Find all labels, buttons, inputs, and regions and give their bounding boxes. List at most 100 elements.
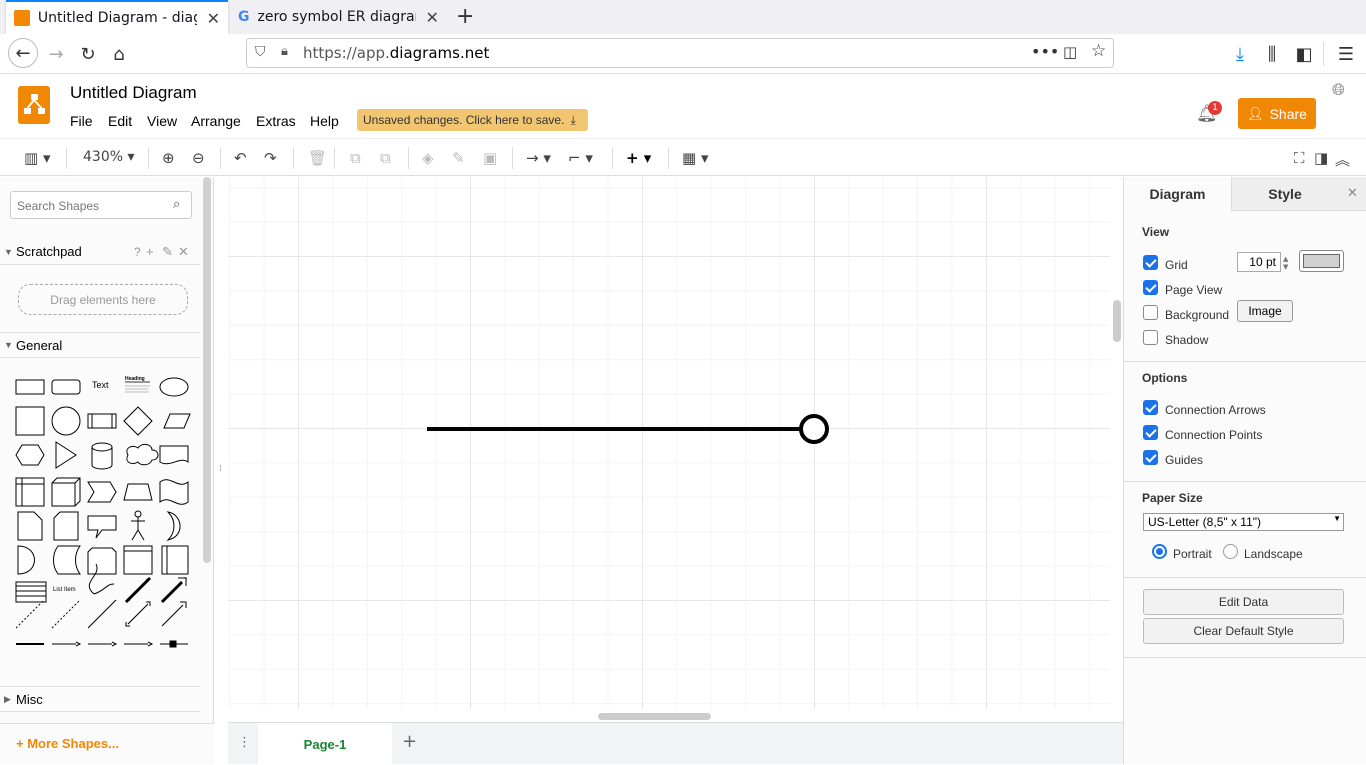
shape-text[interactable]: Text <box>92 380 109 390</box>
page-view-checkbox[interactable] <box>1143 280 1158 295</box>
menu-file[interactable]: File <box>70 113 93 129</box>
fill-color-icon[interactable]: ◈ <box>422 149 434 167</box>
shape-dotted-line[interactable] <box>51 599 81 629</box>
insert-icon[interactable]: + ▾ <box>626 149 651 167</box>
new-tab-icon[interactable]: + <box>456 4 474 29</box>
shape-bidirectional-connector[interactable] <box>125 601 151 627</box>
shape-tape[interactable] <box>159 479 189 505</box>
shape-document[interactable] <box>159 445 189 465</box>
scratchpad-header[interactable]: ▼ Scratchpad ? + ✎ ✕ <box>0 239 200 265</box>
to-front-icon[interactable]: ⧉ <box>350 149 361 167</box>
language-globe-icon[interactable]: 🌐︎ <box>1332 80 1345 100</box>
paper-size-select[interactable]: US-Letter (8,5" x 11") ▼ <box>1143 513 1344 531</box>
canvas-horizontal-scrollbar[interactable] <box>598 713 711 720</box>
sidebar-resize-handle[interactable]: ⁞ <box>219 464 222 474</box>
image-button[interactable]: Image <box>1237 300 1293 322</box>
url-bar[interactable]: ⛉ 🔒︎ https://app.diagrams.net ••• ◫ ☆ <box>246 38 1114 68</box>
edit-pencil-icon[interactable]: ✎ <box>162 244 173 260</box>
more-shapes-button[interactable]: + More Shapes... <box>0 723 214 764</box>
shape-list[interactable] <box>15 581 47 603</box>
search-shapes-input[interactable]: Search Shapes ⌕ <box>10 191 192 219</box>
unsaved-changes-button[interactable]: Unsaved changes. Click here to save. ⤓ <box>357 109 588 131</box>
shape-trapezoid[interactable] <box>123 483 153 501</box>
guides-checkbox[interactable] <box>1143 450 1158 465</box>
share-button[interactable]: 👤︎ Share <box>1238 98 1316 129</box>
drawio-logo-icon[interactable] <box>18 86 50 124</box>
tab-diagram[interactable]: Diagram <box>1124 177 1231 211</box>
shape-internal-storage[interactable] <box>15 477 45 507</box>
grid-checkbox[interactable] <box>1143 255 1158 270</box>
zero-cardinality-circle[interactable] <box>799 414 829 444</box>
shape-bidirectional-arrow[interactable] <box>124 576 152 604</box>
shape-container[interactable] <box>123 545 153 575</box>
sidebar-scrollbar[interactable] <box>203 177 211 563</box>
back-icon[interactable]: ← <box>8 38 38 68</box>
misc-header[interactable]: ▶ Misc <box>0 686 200 712</box>
diagram-edge[interactable] <box>228 177 1110 709</box>
shadow-checkbox[interactable] <box>1143 330 1158 345</box>
shape-triangle[interactable] <box>55 441 77 469</box>
zoom-out-icon[interactable]: ⊖ <box>192 149 205 167</box>
shape-note[interactable] <box>17 511 43 541</box>
collapse-icon[interactable]: ︽ <box>1335 149 1350 170</box>
connection-style-icon[interactable]: → ▾ <box>526 149 551 167</box>
browser-tab-diagrams[interactable]: Untitled Diagram - diagrams.net ✕ <box>6 0 228 34</box>
shape-square[interactable] <box>15 406 45 436</box>
page-tab[interactable]: Page-1 <box>258 723 392 765</box>
library-icon[interactable]: ⫼ <box>1258 42 1286 66</box>
shape-labeled-connector[interactable] <box>52 641 82 647</box>
browser-tab-google[interactable]: G zero symbol ER diagram - Google Search… <box>230 0 450 34</box>
zoom-dropdown[interactable]: 430% ▾ <box>83 149 135 165</box>
add-icon[interactable]: + <box>146 244 154 259</box>
sidebar-icon[interactable]: ◧ <box>1290 42 1318 66</box>
forward-icon[interactable]: → <box>42 42 70 66</box>
shape-process[interactable] <box>87 413 117 429</box>
format-panel-toggle-icon[interactable]: ▥ ▾ <box>24 149 50 167</box>
grid-size-stepper-icon[interactable]: ▲ ▼ <box>1283 255 1288 271</box>
pocket-icon[interactable]: ◫ <box>1063 43 1077 61</box>
shape-delay[interactable] <box>17 545 35 575</box>
diagram-canvas[interactable] <box>228 177 1110 709</box>
shape-ellipse[interactable] <box>159 377 189 397</box>
canvas-vertical-scrollbar[interactable] <box>1113 300 1121 342</box>
fullscreen-icon[interactable]: ⛶ <box>1294 149 1305 167</box>
shape-directional-connector[interactable] <box>161 601 187 627</box>
menu-extras[interactable]: Extras <box>256 113 296 129</box>
pages-menu-icon[interactable]: ⋮ <box>238 735 251 750</box>
shape-swimlane[interactable] <box>161 545 189 575</box>
shadow-icon[interactable]: ▣ <box>483 149 497 167</box>
close-panel-icon[interactable]: ✕ <box>1338 177 1366 211</box>
scratchpad-drop-zone[interactable]: Drag elements here <box>18 284 188 315</box>
shape-actor[interactable] <box>131 510 145 541</box>
hamburger-menu-icon[interactable]: ☰ <box>1332 42 1360 66</box>
to-back-icon[interactable]: ⧉ <box>380 149 391 167</box>
redo-icon[interactable]: ↷ <box>264 149 277 167</box>
landscape-radio[interactable] <box>1223 544 1238 559</box>
shape-rounded-rectangle[interactable] <box>51 379 81 395</box>
lock-icon[interactable]: 🔒︎ <box>281 44 288 59</box>
shape-list-item[interactable]: List Item <box>53 587 76 593</box>
shape-edge-with-box[interactable] <box>160 640 188 648</box>
tab-style[interactable]: Style <box>1231 177 1338 211</box>
download-icon[interactable]: ⤓ <box>1226 42 1254 66</box>
shape-rectangle[interactable] <box>15 379 45 395</box>
search-icon[interactable]: ⌕ <box>173 197 180 212</box>
help-icon[interactable]: ? <box>134 245 141 259</box>
shape-card[interactable] <box>53 511 79 541</box>
background-checkbox[interactable] <box>1143 305 1158 320</box>
close-icon[interactable]: ✕ <box>178 244 189 260</box>
home-icon[interactable]: ⌂ <box>105 42 133 66</box>
connection-arrows-checkbox[interactable] <box>1143 400 1158 415</box>
shape-shape[interactable] <box>87 547 117 575</box>
shape-stored-data[interactable] <box>53 545 81 575</box>
shape-line[interactable] <box>87 599 117 629</box>
menu-arrange[interactable]: Arrange <box>191 113 241 129</box>
portrait-radio[interactable] <box>1152 544 1167 559</box>
delete-icon[interactable]: 🗑︎ <box>308 149 327 167</box>
shape-cube[interactable] <box>51 477 81 507</box>
shape-cylinder[interactable] <box>91 442 113 470</box>
shape-edge-with-two-labels[interactable] <box>124 641 154 647</box>
undo-icon[interactable]: ↶ <box>234 149 247 167</box>
edit-data-button[interactable]: Edit Data <box>1143 589 1344 615</box>
menu-view[interactable]: View <box>147 113 177 129</box>
